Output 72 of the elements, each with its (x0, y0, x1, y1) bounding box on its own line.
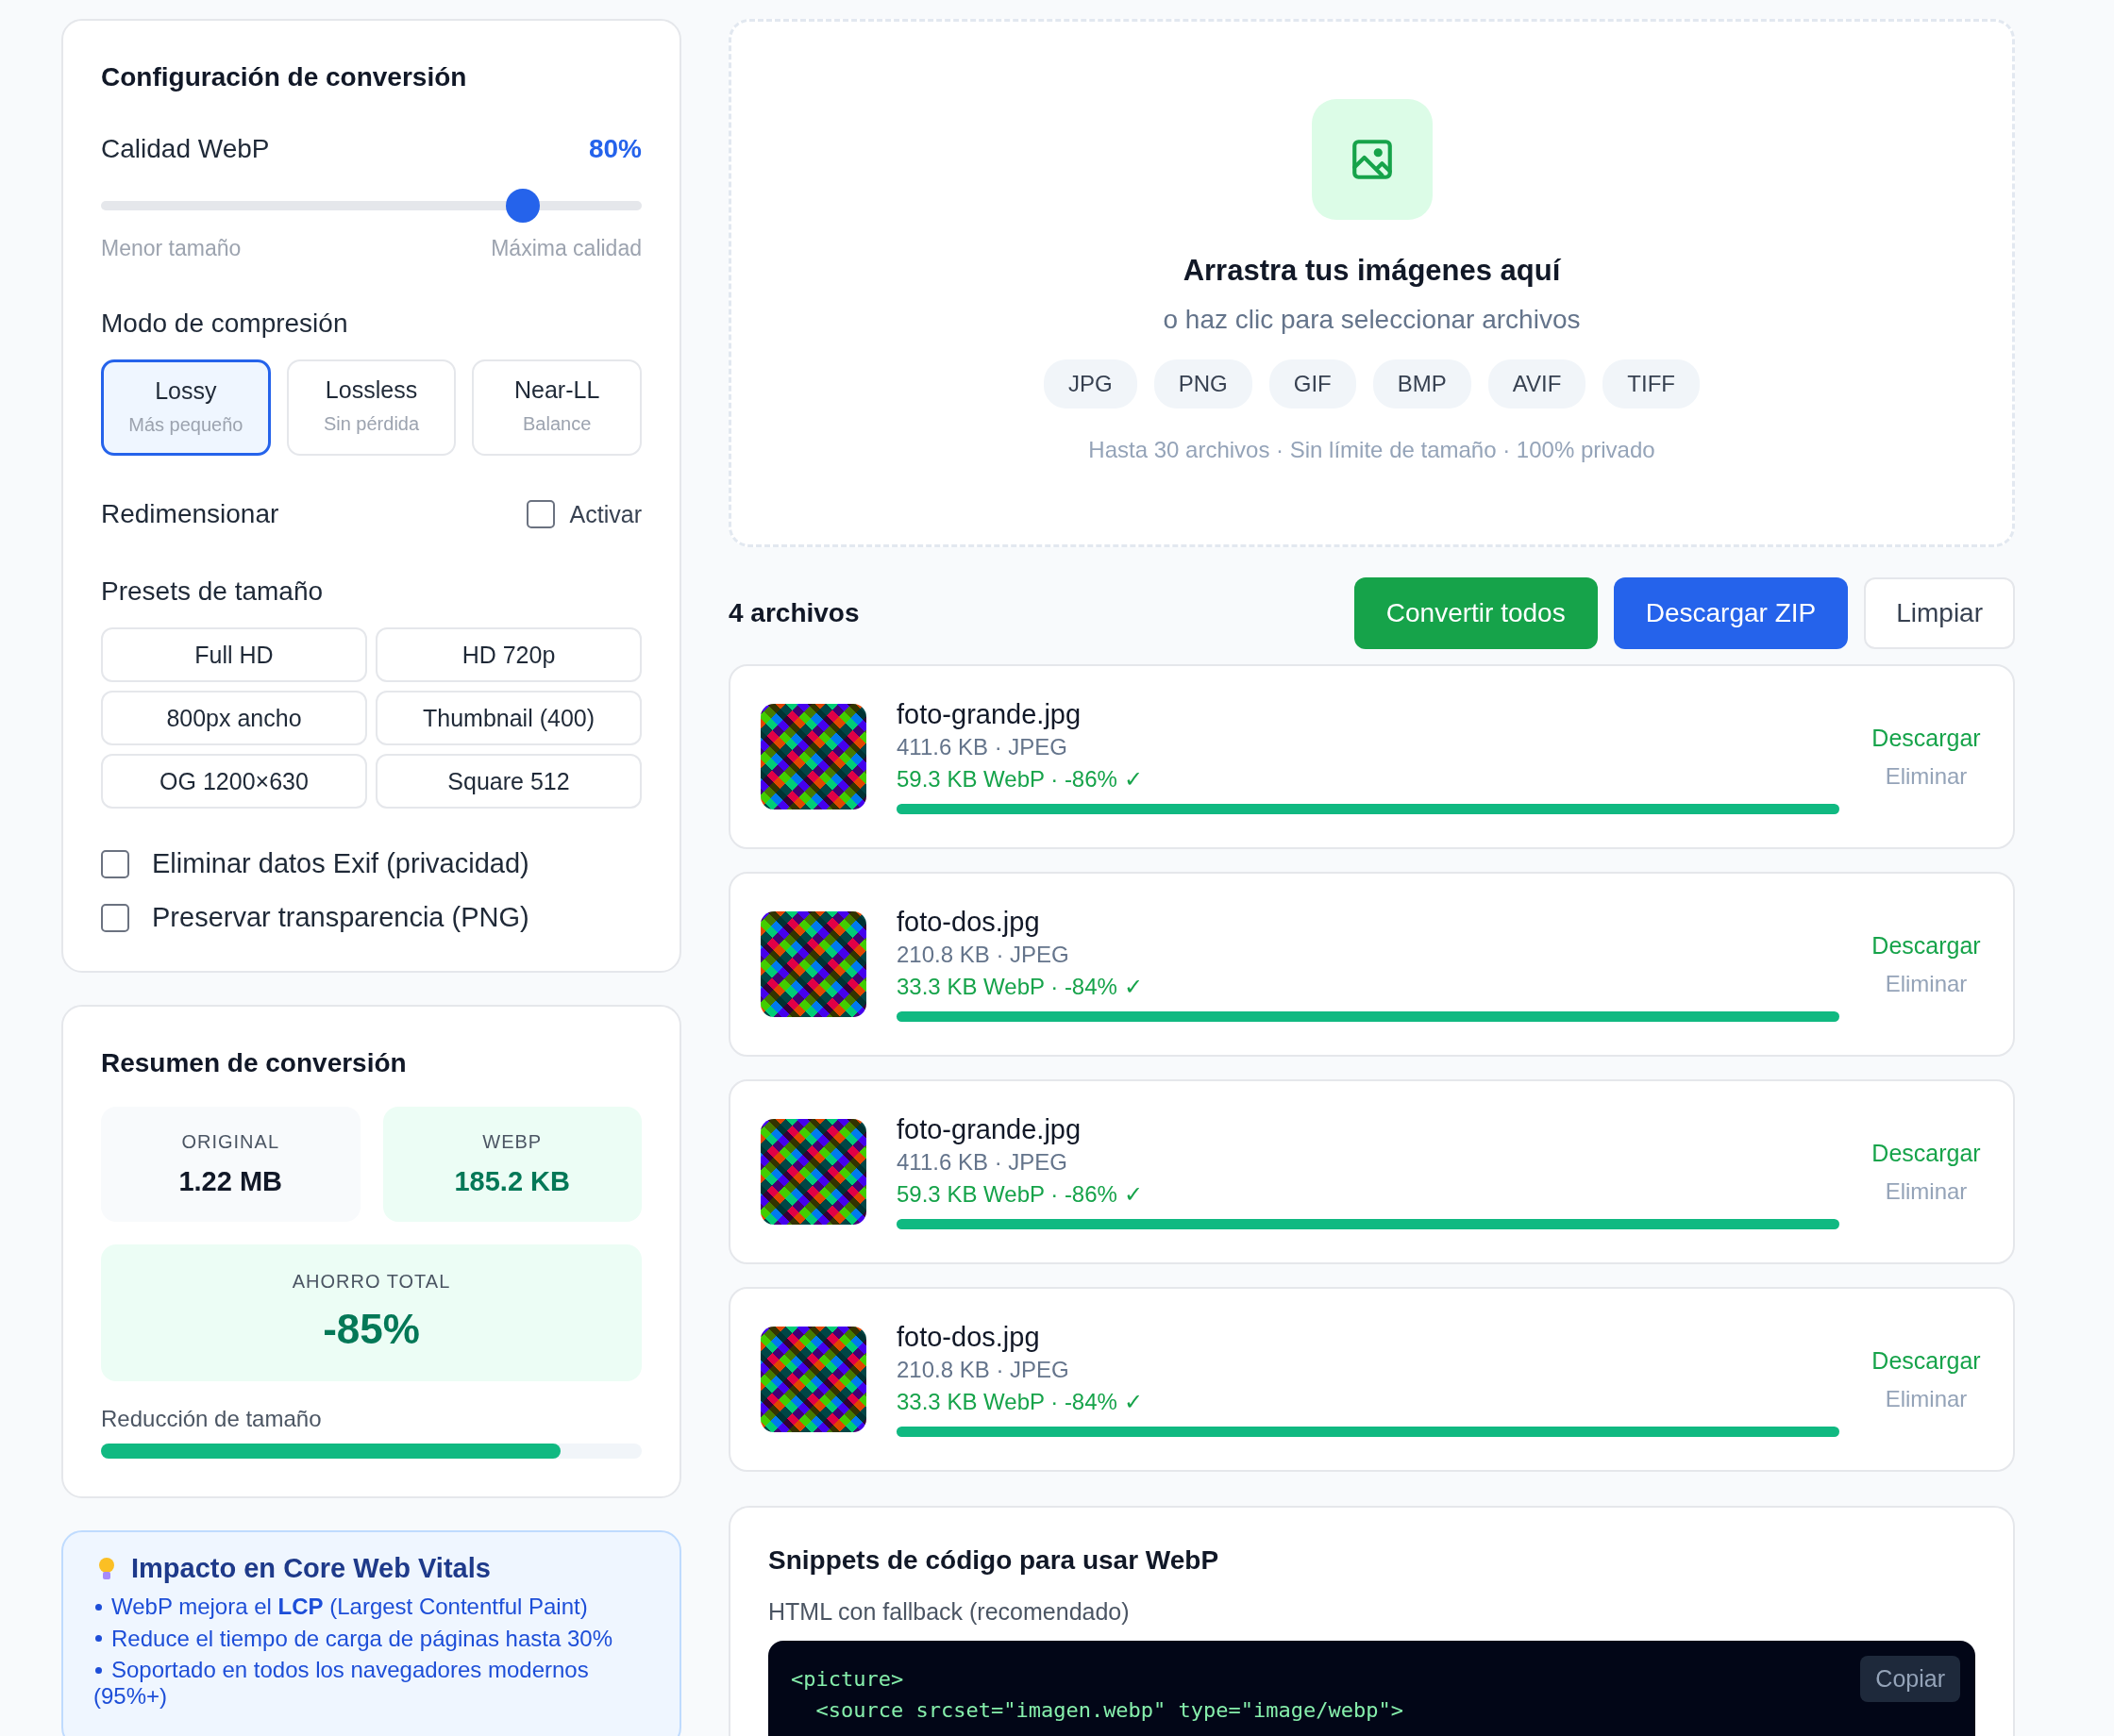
preset-button[interactable]: OG 1200×630 (101, 754, 367, 809)
preset-button[interactable]: Full HD (101, 627, 367, 682)
card-title: Configuración de conversión (101, 62, 468, 92)
bullet-icon (95, 1603, 102, 1611)
drop-note: Hasta 30 archivos · Sin límite de tamaño · 100% privado (1088, 437, 1655, 463)
drop-subtitle: o haz clic para seleccionar archivos (1163, 305, 1581, 335)
preset-button[interactable]: Square 512 (376, 754, 642, 809)
stat-label: ORIGINAL (181, 1131, 280, 1153)
checkbox[interactable] (101, 903, 129, 932)
file-count: 4 archivos (729, 598, 860, 628)
code-line: <picture> (791, 1666, 904, 1693)
format-tag: JPG (1044, 359, 1137, 409)
mode-option[interactable]: Lossy Más pequeño (101, 359, 271, 456)
bullet-icon (95, 1635, 102, 1643)
file-name: foto-grande.jpg (897, 699, 1082, 730)
checkbox[interactable] (101, 849, 129, 878)
min-label: Menor tamaño (101, 236, 242, 261)
file-meta: 210.8 KB · JPEG (897, 942, 1070, 968)
quality-value: 80% (588, 134, 642, 164)
checkbox-label: Activar (569, 500, 642, 528)
quality-label: Calidad WebP (101, 134, 270, 164)
quality-slider[interactable] (101, 189, 642, 223)
stat-label: WEBP (482, 1131, 543, 1153)
drop-zone[interactable]: Arrastra tus imágenes aquí o haz clic para seleccionar archivos JPG PNG GIF BMP AVIF TIFF Hasta 30 archivos · Sin límite de tamaño · 100% privado (729, 19, 2015, 547)
copy-button[interactable]: Copiar (1860, 1656, 1960, 1702)
slider-thumb[interactable] (505, 189, 540, 223)
drop-title: Arrastra tus imágenes aquí (1183, 254, 1561, 288)
action-button[interactable]: Limpiar (1864, 577, 2015, 649)
file-meta: 411.6 KB · JPEG (897, 734, 1068, 760)
format-tag: BMP (1372, 359, 1471, 409)
file-meta: 411.6 KB · JPEG (897, 1149, 1068, 1176)
snippet-label: HTML con fallback (recomendado) (768, 1598, 1131, 1626)
checkbox[interactable] (526, 500, 555, 528)
section-label: Redimensionar (101, 499, 279, 529)
tip-item: Soportado en todos los navegadores modernos (95%+) (93, 1657, 590, 1710)
tips-title: Impacto en Core Web Vitals (131, 1553, 491, 1584)
card-title: Snippets de código para usar WebP (768, 1545, 1220, 1576)
preset-button[interactable]: 800px ancho (101, 691, 367, 745)
stat-label: AHORRO TOTAL (292, 1271, 451, 1293)
mode-option[interactable]: Near-LL Balance (472, 359, 642, 456)
preset-button[interactable]: Thumbnail (400) (376, 691, 642, 745)
mode-option[interactable]: Lossless Sin pérdida (286, 359, 457, 456)
stat-value: 185.2 KB (454, 1166, 570, 1197)
reduction-label: Reducción de tamaño (101, 1406, 323, 1432)
format-tag: GIF (1268, 359, 1356, 409)
checkbox-label: Eliminar datos Exif (privacidad) (152, 848, 529, 879)
max-label: Máxima calidad (491, 236, 642, 261)
section-label: Presets de tamaño (101, 576, 325, 607)
file-name: foto-grande.jpg (897, 1114, 1082, 1145)
file-result: 33.3 KB WebP · -84% ✓ (897, 974, 1144, 1000)
format-tag: PNG (1153, 359, 1252, 409)
file-result: 33.3 KB WebP · -84% ✓ (897, 1389, 1144, 1415)
file-meta: 210.8 KB · JPEG (897, 1357, 1070, 1383)
file-name: foto-dos.jpg (897, 1322, 1041, 1353)
lightbulb-icon (97, 1555, 116, 1582)
action-button[interactable]: Descargar ZIP (1613, 577, 1849, 649)
preset-button[interactable]: HD 720p (376, 627, 642, 682)
tip-item: Reduce el tiempo de carga de páginas hasta 30% (93, 1625, 642, 1652)
format-tag: TIFF (1602, 359, 1700, 409)
bullet-icon (95, 1666, 102, 1674)
file-result: 59.3 KB WebP · -86% ✓ (897, 1181, 1144, 1208)
stat-value: 1.22 MB (178, 1166, 283, 1197)
file-result: 59.3 KB WebP · -86% ✓ (897, 766, 1144, 793)
image-icon (1311, 99, 1433, 220)
card-title: Resumen de conversión (101, 1048, 408, 1078)
section-label: Modo de compresión (101, 309, 349, 339)
file-name: foto-dos.jpg (897, 907, 1041, 938)
tip-item: WebP mejora el LCP (Largest Contentful Paint) (93, 1594, 642, 1620)
checkbox-label: Preservar transparencia (PNG) (152, 902, 529, 933)
format-tag: AVIF (1487, 359, 1586, 409)
code-line: <source srcset="imagen.webp" type="image/webp"> (814, 1697, 1403, 1724)
savings-value: -85% (323, 1306, 420, 1353)
